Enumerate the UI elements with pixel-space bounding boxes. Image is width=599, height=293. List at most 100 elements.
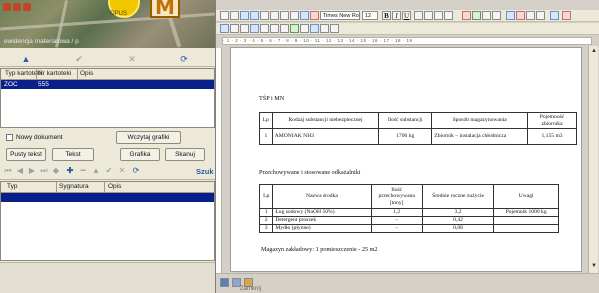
t2-header-name: Nazwa środka bbox=[272, 184, 372, 209]
editor-status-bar: Zamknij bbox=[216, 273, 599, 293]
empty-text-button[interactable]: Pusty tekst bbox=[6, 148, 46, 161]
documents-grid[interactable]: Typ Sygnatura Opis bbox=[0, 181, 215, 261]
editor-toolbar-1: Times New Roman 12 B I U bbox=[216, 10, 599, 22]
check-icon[interactable]: ✔ bbox=[104, 166, 114, 176]
new-icon[interactable] bbox=[220, 11, 229, 20]
zoom-icon[interactable] bbox=[550, 11, 559, 20]
first-record-icon[interactable]: ⏮ bbox=[3, 166, 13, 176]
t2-cell: - bbox=[370, 216, 423, 225]
align-center-icon[interactable] bbox=[424, 11, 433, 20]
scroll-down-icon[interactable]: ▼ bbox=[590, 262, 598, 270]
find-icon[interactable] bbox=[330, 24, 339, 33]
t1-header-capacity: Pojemność zbiornika bbox=[527, 112, 577, 129]
align-right-icon[interactable] bbox=[434, 11, 443, 20]
scan-button[interactable]: Skanuj bbox=[165, 148, 205, 161]
t1-cell: 1 bbox=[259, 128, 273, 145]
add-icon[interactable]: ✚ bbox=[65, 166, 75, 176]
col-typ[interactable]: Typ bbox=[7, 183, 17, 190]
spell-icon[interactable] bbox=[320, 24, 329, 33]
refresh-button[interactable]: ⟳ bbox=[160, 53, 208, 65]
document-page[interactable]: TŚP i MN Lp Rodzaj substancji niebezpiec… bbox=[230, 47, 582, 272]
open-icon[interactable] bbox=[230, 11, 239, 20]
search-label[interactable]: Szuk bbox=[196, 167, 214, 176]
prev-record-icon[interactable]: ◀ bbox=[15, 166, 25, 176]
font-name-select[interactable]: Times New Roman bbox=[320, 11, 360, 20]
col-sygnatura[interactable]: Sygnatura bbox=[59, 183, 89, 190]
redo-icon[interactable] bbox=[310, 11, 319, 20]
align-left-icon[interactable] bbox=[414, 11, 423, 20]
cancel-button[interactable]: ✕ bbox=[108, 53, 156, 65]
color-icon[interactable] bbox=[462, 11, 471, 20]
new-document-checkbox[interactable] bbox=[6, 134, 13, 141]
t2-cell: 3,2 bbox=[421, 208, 495, 217]
justify-icon[interactable] bbox=[444, 11, 453, 20]
t2-cell: Pojemnik 1000 kg bbox=[493, 208, 559, 217]
link-icon[interactable] bbox=[506, 11, 515, 20]
move-up-button[interactable]: ▲ bbox=[2, 53, 50, 65]
image-icon[interactable] bbox=[516, 11, 525, 20]
scroll-up-icon[interactable]: ▲ bbox=[590, 47, 598, 55]
m-marker-icon[interactable]: M bbox=[150, 0, 180, 18]
map-view[interactable]: OPUS M ewidencja materiałowa / p bbox=[0, 0, 215, 48]
t2-header-usage: Średnie roczne zużycie bbox=[421, 184, 495, 209]
left-footer bbox=[0, 262, 215, 293]
merge-icon[interactable] bbox=[290, 24, 299, 33]
t1-cell: Zbiornik – instalacja chłodnicza bbox=[431, 128, 529, 145]
symbol-icon[interactable] bbox=[536, 11, 545, 20]
italic-icon[interactable]: I bbox=[392, 11, 401, 20]
border-icon[interactable] bbox=[250, 24, 259, 33]
kartoteki-grid[interactable]: Typ kartoteki Nr kartoteki Opis ZOC 555 bbox=[0, 68, 215, 128]
frame-icon[interactable] bbox=[260, 24, 269, 33]
copy-icon[interactable] bbox=[280, 11, 289, 20]
text-button[interactable]: Tekst bbox=[52, 148, 94, 161]
numbering-icon[interactable] bbox=[492, 11, 501, 20]
col-opis[interactable]: Opis bbox=[80, 70, 93, 77]
t2-cell: Ług sodowy (NaOH 50%) bbox=[272, 208, 372, 217]
t2-cell: 1 bbox=[258, 208, 274, 217]
view-normal-icon[interactable] bbox=[220, 278, 229, 287]
undo-icon[interactable] bbox=[300, 11, 309, 20]
paste-icon[interactable] bbox=[290, 11, 299, 20]
cancel-icon[interactable]: ✕ bbox=[117, 166, 127, 176]
t2-cell bbox=[493, 216, 559, 225]
col-opis[interactable]: Opis bbox=[108, 183, 121, 190]
font-size-select[interactable]: 12 bbox=[362, 11, 378, 20]
next-record-icon[interactable]: ▶ bbox=[27, 166, 37, 176]
table-icon[interactable] bbox=[526, 11, 535, 20]
page-setup-icon[interactable] bbox=[310, 24, 319, 33]
taskbar-label[interactable]: Zamknij bbox=[240, 286, 261, 292]
t2-header-lp: Lp bbox=[258, 184, 274, 209]
highlight-icon[interactable] bbox=[472, 11, 481, 20]
indent-icon[interactable] bbox=[230, 24, 239, 33]
preview-icon[interactable] bbox=[260, 11, 269, 20]
style-icon[interactable] bbox=[220, 24, 229, 33]
t2-cell: 0,42 bbox=[421, 216, 495, 225]
up-icon[interactable]: ▲ bbox=[91, 166, 101, 176]
remove-icon[interactable]: ━ bbox=[78, 166, 88, 176]
insert-col-icon[interactable] bbox=[280, 24, 289, 33]
save-icon[interactable] bbox=[240, 11, 249, 20]
bullets-icon[interactable] bbox=[482, 11, 491, 20]
t2-cell: 1,2 bbox=[370, 208, 423, 217]
load-graphics-button[interactable]: Wczytaj grafiki bbox=[116, 131, 181, 144]
vertical-scrollbar[interactable]: ▲ ▼ bbox=[588, 46, 598, 273]
cut-icon[interactable] bbox=[270, 11, 279, 20]
split-icon[interactable] bbox=[300, 24, 309, 33]
extra-icon[interactable]: ◆ bbox=[51, 166, 61, 176]
last-record-icon[interactable]: ⏭ bbox=[39, 166, 49, 176]
bold-icon[interactable]: B bbox=[382, 11, 391, 20]
confirm-button[interactable]: ✔ bbox=[55, 53, 103, 65]
graphics-button[interactable]: Grafika bbox=[120, 148, 160, 161]
insert-row-icon[interactable] bbox=[270, 24, 279, 33]
refresh-icon[interactable]: ⟳ bbox=[131, 166, 141, 176]
cell-nr: 555 bbox=[38, 81, 49, 88]
print-icon[interactable] bbox=[250, 11, 259, 20]
col-nr-kartoteki[interactable]: Nr kartoteki bbox=[38, 70, 71, 77]
t2-cell: - bbox=[370, 224, 423, 233]
horizontal-ruler[interactable]: · 1 · 2 · 3 · 4 · 5 · 6 · 7 · 8 · 9 · 10… bbox=[222, 37, 592, 45]
underline-icon[interactable]: U bbox=[402, 11, 411, 20]
close-icon[interactable] bbox=[562, 11, 571, 20]
table-row[interactable] bbox=[1, 193, 214, 202]
table-row[interactable]: ZOC 555 bbox=[1, 80, 214, 89]
outdent-icon[interactable] bbox=[240, 24, 249, 33]
